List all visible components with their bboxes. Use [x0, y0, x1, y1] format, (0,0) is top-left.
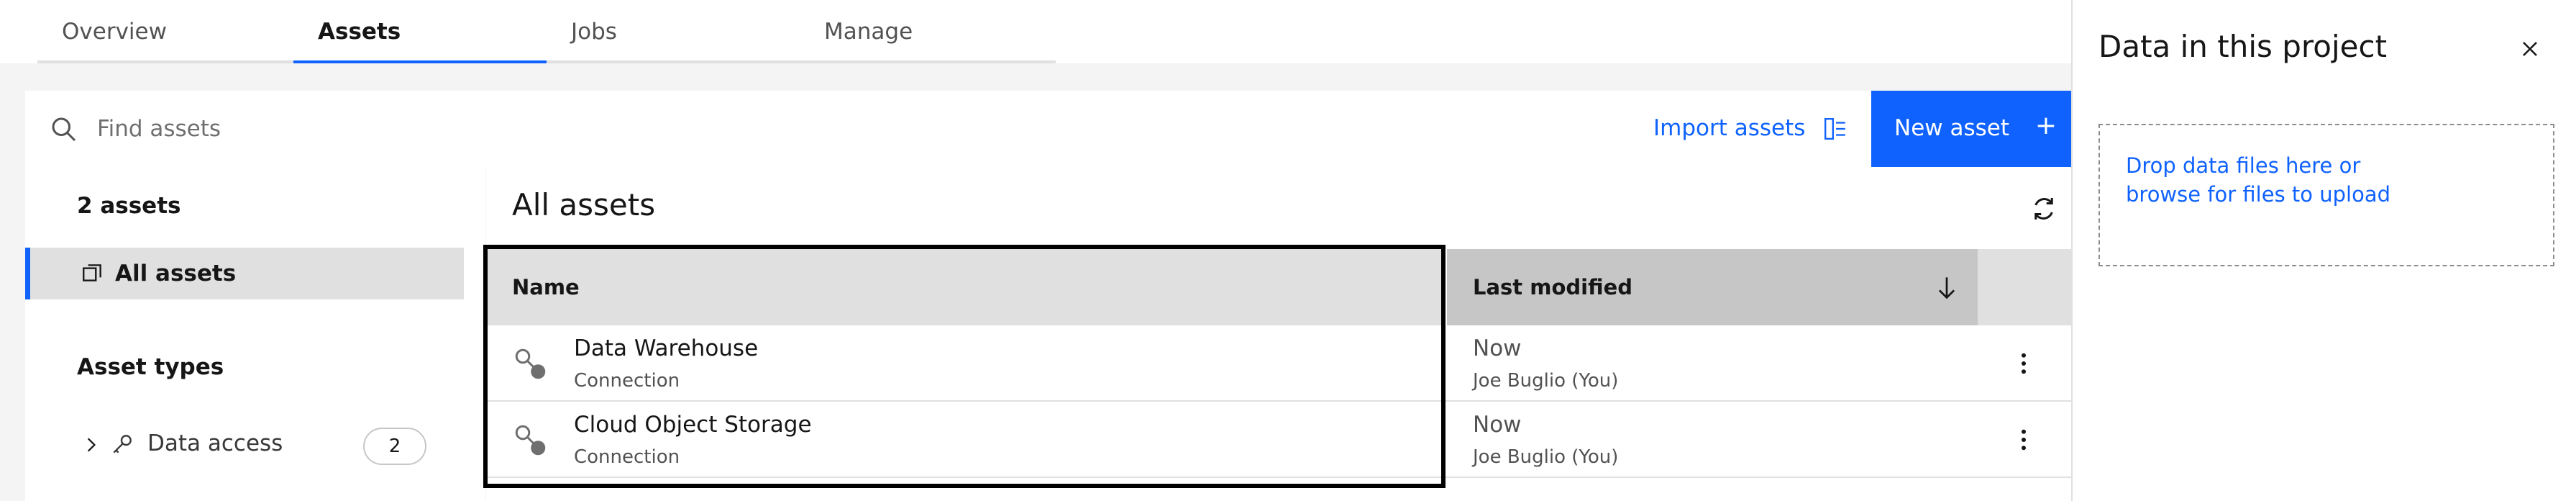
column-header-last-modified[interactable]: Last modified — [1447, 249, 1978, 325]
last-modified-by: Joe Buglio (You) — [1473, 370, 1619, 392]
tab-manage[interactable]: Manage — [800, 0, 1056, 63]
arrow-down-icon — [1938, 277, 1955, 299]
dropzone-line-2: browse for files to upload — [2126, 182, 2391, 207]
page-title: All assets — [512, 187, 656, 222]
all-assets-icon — [83, 264, 101, 281]
last-modified-time: Now — [1473, 412, 1522, 438]
plus-icon: + — [2034, 111, 2057, 140]
overflow-menu-icon[interactable] — [2009, 347, 2038, 380]
chevron-right-icon[interactable] — [81, 435, 101, 455]
tab-overview[interactable]: Overview — [37, 0, 293, 63]
asset-sidebar: 2 assets All assets Asset types Data acc… — [25, 167, 485, 501]
table-row[interactable]: Cloud Object Storage Connection Now Joe … — [486, 402, 2071, 478]
column-header-actions — [1978, 249, 2071, 325]
column-header-label: Last modified — [1473, 275, 1633, 299]
sidebar-item-all-assets[interactable]: All assets — [25, 248, 464, 299]
file-dropzone[interactable]: Drop data files here or browse for files… — [2098, 124, 2554, 266]
data-side-panel: Data in this project Drop data files her… — [2071, 0, 2576, 501]
connection-icon — [515, 425, 546, 456]
last-modified-by: Joe Buglio (You) — [1473, 446, 1619, 468]
asset-type: Connection — [574, 446, 680, 468]
overflow-menu-icon[interactable] — [2009, 423, 2038, 456]
tab-assets[interactable]: Assets — [293, 0, 547, 63]
close-icon[interactable] — [2518, 37, 2541, 60]
new-asset-button[interactable]: New asset + — [1871, 91, 2071, 167]
asset-types-heading: Asset types — [77, 354, 224, 380]
asset-name[interactable]: Cloud Object Storage — [574, 412, 812, 438]
sidebar-item-label: All assets — [115, 261, 237, 286]
dropzone-text[interactable]: Drop data files here or browse for files… — [2126, 151, 2390, 209]
search-icon — [52, 117, 76, 142]
tab-bar-spacer — [0, 0, 37, 63]
key-icon — [113, 435, 132, 453]
asset-name[interactable]: Data Warehouse — [574, 335, 758, 361]
count-badge: 2 — [363, 428, 426, 465]
search-input[interactable] — [97, 104, 960, 154]
connection-icon — [515, 348, 546, 379]
import-icon[interactable] — [1823, 117, 1847, 141]
sidebar-item-label: Data access — [147, 430, 283, 456]
panel-title: Data in this project — [2098, 29, 2388, 64]
column-header-label: Name — [512, 275, 580, 299]
import-assets-button[interactable]: Import assets — [1653, 91, 1805, 167]
last-modified-time: Now — [1473, 335, 1522, 361]
table-row[interactable]: Data Warehouse Connection Now Joe Buglio… — [486, 325, 2071, 402]
new-asset-label: New asset — [1894, 115, 2009, 141]
assets-table-area: All assets Name Last modified Data Wareh… — [486, 167, 2071, 501]
refresh-icon[interactable] — [2029, 194, 2058, 223]
tab-jobs[interactable]: Jobs — [547, 0, 800, 63]
dropzone-line-1: Drop data files here or — [2126, 153, 2361, 178]
tab-bar: Overview Assets Jobs Manage — [0, 0, 2071, 63]
sidebar-item-data-access[interactable]: Data access 2 — [25, 420, 464, 472]
asset-toolbar: Import assets New asset + — [25, 91, 2071, 167]
asset-count: 2 assets — [77, 193, 181, 219]
asset-type: Connection — [574, 370, 680, 392]
column-header-name[interactable]: Name — [486, 249, 1443, 325]
